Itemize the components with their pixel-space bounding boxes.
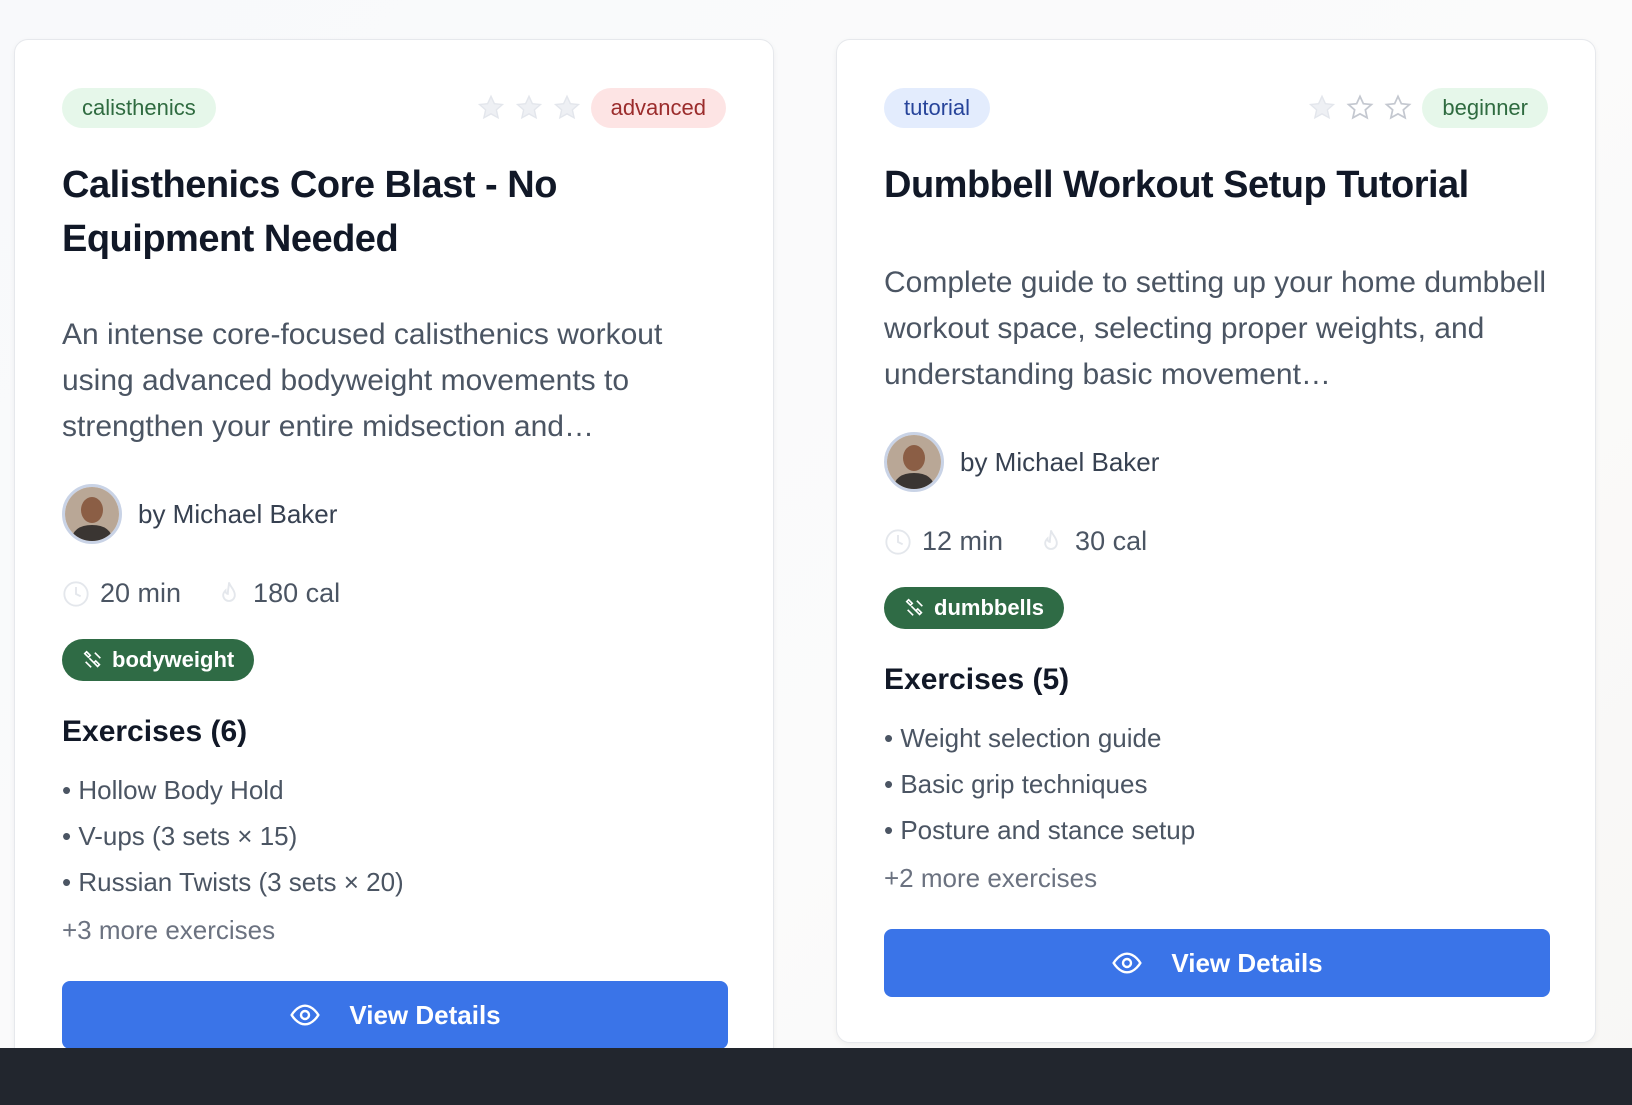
star-icon[interactable] (553, 94, 581, 122)
duration-value: 12 min (922, 526, 1004, 556)
card-title: Dumbbell Workout Setup Tutorial (884, 164, 1469, 206)
avatar (62, 484, 122, 544)
equipment-label: bodyweight (112, 647, 235, 672)
author-row: by Michael Baker (884, 432, 1548, 492)
rating-level-group: advanced (477, 88, 726, 128)
list-item: • Weight selection guide (884, 723, 1162, 753)
exercises-heading: Exercises (6) (62, 715, 248, 748)
view-details-button[interactable]: View Details (884, 929, 1550, 997)
calories-value: 180 cal (253, 578, 341, 608)
author-name[interactable]: by Michael Baker (960, 447, 1159, 478)
author-row: by Michael Baker (62, 484, 726, 544)
exercises-heading: Exercises (5) (884, 663, 1070, 696)
view-details-label: View Details (349, 999, 501, 1030)
eye-icon (1112, 952, 1143, 974)
exercise-list: • Weight selection guide • Basic grip te… (884, 715, 1548, 853)
dumbbell-icon (905, 598, 923, 616)
card-description: An intense core-focused calisthenics wor… (62, 318, 663, 443)
level-badge: beginner (1422, 88, 1548, 128)
workout-page: calisthenics advanced Calisthenics Core … (0, 0, 1632, 1105)
workout-card: tutorial beginner Dumbbell Workout Setup… (836, 39, 1596, 1043)
list-item: • Hollow Body Hold (62, 775, 284, 805)
dumbbell-icon (83, 650, 101, 668)
list-item: • Basic grip techniques (884, 769, 1148, 799)
footer-bar (0, 1048, 1632, 1105)
card-header: calisthenics advanced (62, 88, 726, 128)
clock-icon (885, 528, 911, 555)
card-description: Complete guide to setting up your home d… (884, 266, 1547, 391)
rating-stars[interactable] (1308, 94, 1412, 122)
clock-icon (63, 580, 89, 607)
category-badge: calisthenics (62, 88, 216, 128)
star-icon[interactable] (515, 94, 543, 122)
duration: 12 min (884, 526, 1003, 557)
star-icon[interactable] (1308, 94, 1336, 122)
category-badge: tutorial (884, 88, 991, 128)
more-exercises: +2 more exercises (884, 863, 1098, 893)
flame-icon (1044, 529, 1058, 550)
equipment-label: dumbbells (934, 595, 1045, 620)
avatar (884, 432, 944, 492)
view-details-button[interactable]: View Details (62, 981, 728, 1049)
exercise-list: • Hollow Body Hold • V-ups (3 sets × 15)… (62, 767, 726, 905)
equipment-badge: dumbbells (884, 587, 1065, 629)
eye-icon (290, 1004, 321, 1026)
workout-meta: 12 min 30 cal (884, 526, 1548, 557)
card-title: Calisthenics Core Blast - No Equipment N… (62, 164, 557, 260)
list-item: • V-ups (3 sets × 15) (62, 821, 298, 851)
list-item: • Russian Twists (3 sets × 20) (62, 867, 404, 897)
star-icon[interactable] (477, 94, 505, 122)
workout-card: calisthenics advanced Calisthenics Core … (14, 39, 774, 1069)
workout-meta: 20 min 180 cal (62, 578, 726, 609)
duration: 20 min (62, 578, 181, 609)
calories: 30 cal (1037, 526, 1147, 557)
duration-value: 20 min (100, 578, 182, 608)
flame-icon (222, 581, 236, 602)
star-icon[interactable] (1346, 94, 1374, 122)
equipment-badge: bodyweight (62, 639, 255, 681)
calories-value: 30 cal (1075, 526, 1148, 556)
view-details-label: View Details (1171, 947, 1323, 978)
rating-stars[interactable] (477, 94, 581, 122)
card-header: tutorial beginner (884, 88, 1548, 128)
rating-level-group: beginner (1308, 88, 1548, 128)
level-badge: advanced (590, 88, 726, 128)
more-exercises: +3 more exercises (62, 915, 276, 945)
author-name[interactable]: by Michael Baker (138, 499, 337, 530)
calories: 180 cal (215, 578, 340, 609)
list-item: • Posture and stance setup (884, 815, 1196, 845)
star-icon[interactable] (1384, 94, 1412, 122)
